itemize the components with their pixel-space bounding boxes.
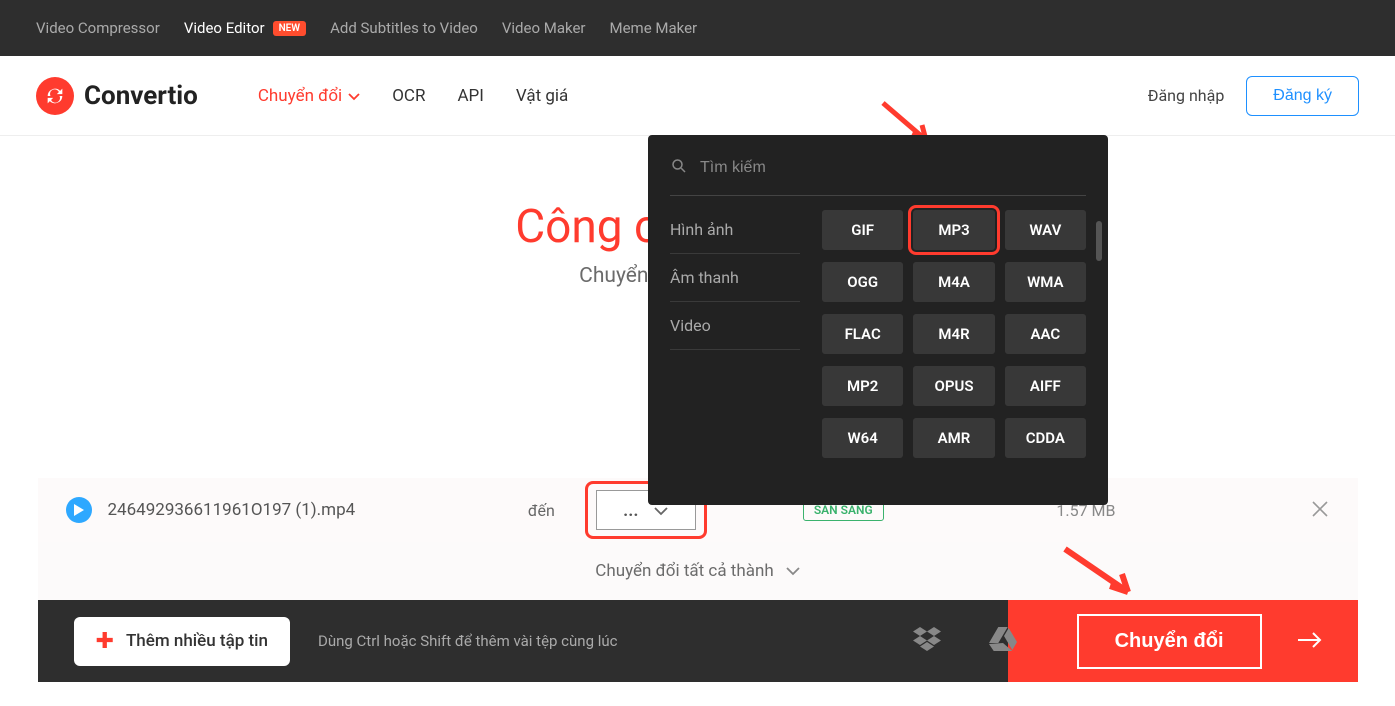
category-audio[interactable]: Âm thanh xyxy=(670,254,800,302)
main-nav: Convertio Chuyển đổi OCR API Vật giá Đăn… xyxy=(0,56,1395,136)
nav-ocr[interactable]: OCR xyxy=(392,86,425,106)
dropbox-icon[interactable] xyxy=(913,627,941,655)
convert-all-row[interactable]: Chuyển đổi tất cả thành xyxy=(38,542,1358,600)
top-link-compressor[interactable]: Video Compressor xyxy=(36,19,160,37)
convert-all-label: Chuyển đổi tất cả thành xyxy=(595,561,773,581)
login-link[interactable]: Đăng nhập xyxy=(1148,86,1225,105)
output-format-value: ... xyxy=(623,500,638,521)
top-link-mememaker[interactable]: Meme Maker xyxy=(610,19,698,37)
tools-top-bar: Video Compressor Video Editor NEW Add Su… xyxy=(0,0,1395,56)
arrow-right-icon[interactable] xyxy=(1298,627,1322,655)
format-cdda[interactable]: CDDA xyxy=(1005,418,1086,458)
nav-pricing[interactable]: Vật giá xyxy=(516,86,568,106)
cloud-sources xyxy=(913,627,1017,655)
top-link-editor[interactable]: Video Editor NEW xyxy=(184,19,306,37)
file-area: 246492936611961O197 (1).mp4 đến ... SẴN … xyxy=(38,478,1358,682)
format-flac[interactable]: FLAC xyxy=(822,314,903,354)
nav-items: Chuyển đổi OCR API Vật giá xyxy=(258,86,568,106)
format-gif[interactable]: GIF xyxy=(822,210,903,250)
format-opus[interactable]: OPUS xyxy=(913,366,994,406)
logo-text: Convertio xyxy=(84,81,198,111)
remove-file-button[interactable] xyxy=(1311,496,1329,524)
format-aac[interactable]: AAC xyxy=(1005,314,1086,354)
plus-icon: ✚ xyxy=(96,629,114,654)
dropdown-search-row xyxy=(670,151,1086,196)
format-wma[interactable]: WMA xyxy=(1005,262,1086,302)
format-dropdown: Hình ảnh Âm thanh Video GIF MP3 WAV OGG … xyxy=(648,135,1108,505)
dropdown-body: Hình ảnh Âm thanh Video GIF MP3 WAV OGG … xyxy=(670,196,1086,505)
format-m4r[interactable]: M4R xyxy=(913,314,994,354)
format-aiff[interactable]: AIFF xyxy=(1005,366,1086,406)
new-badge: NEW xyxy=(273,21,307,36)
play-icon[interactable] xyxy=(66,497,92,523)
signup-button[interactable]: Đăng ký xyxy=(1246,76,1359,116)
format-m4a[interactable]: M4A xyxy=(913,262,994,302)
format-w64[interactable]: W64 xyxy=(822,418,903,458)
top-link-editor-label: Video Editor xyxy=(184,19,265,37)
add-more-files-button[interactable]: ✚ Thêm nhiều tập tin xyxy=(74,617,290,666)
top-link-subtitles[interactable]: Add Subtitles to Video xyxy=(330,19,478,37)
to-label: đến xyxy=(528,501,555,520)
format-amr[interactable]: AMR xyxy=(913,418,994,458)
nav-right: Đăng nhập Đăng ký xyxy=(1148,76,1359,116)
logo-icon xyxy=(36,77,74,115)
file-name: 246492936611961O197 (1).mp4 xyxy=(108,500,356,520)
format-mp2[interactable]: MP2 xyxy=(822,366,903,406)
logo[interactable]: Convertio xyxy=(36,77,198,115)
format-mp3[interactable]: MP3 xyxy=(913,210,994,250)
format-grid: GIF MP3 WAV OGG M4A WMA FLAC M4R AAC MP2… xyxy=(800,196,1086,505)
search-icon xyxy=(670,157,688,179)
dropdown-scrollbar[interactable] xyxy=(1096,221,1102,261)
nav-convert-label: Chuyển đổi xyxy=(258,86,342,106)
nav-api[interactable]: API xyxy=(457,86,483,106)
category-video[interactable]: Video xyxy=(670,302,800,350)
nav-convert[interactable]: Chuyển đổi xyxy=(258,86,360,106)
convert-button[interactable]: Chuyển đổi xyxy=(1077,614,1262,669)
format-ogg[interactable]: OGG xyxy=(822,262,903,302)
category-list: Hình ảnh Âm thanh Video xyxy=(670,196,800,505)
category-image[interactable]: Hình ảnh xyxy=(670,206,800,254)
format-wav[interactable]: WAV xyxy=(1005,210,1086,250)
google-drive-icon[interactable] xyxy=(989,627,1017,655)
dropdown-search-input[interactable] xyxy=(700,159,1086,177)
chevron-down-icon xyxy=(348,86,360,106)
add-more-label: Thêm nhiều tập tin xyxy=(126,631,268,651)
multi-select-hint: Dùng Ctrl hoặc Shift để thêm vài tệp cùn… xyxy=(318,632,618,650)
top-link-videomaker[interactable]: Video Maker xyxy=(502,19,586,37)
footer-action-bar: ✚ Thêm nhiều tập tin Dùng Ctrl hoặc Shif… xyxy=(38,600,1358,682)
chevron-down-icon xyxy=(786,561,800,581)
